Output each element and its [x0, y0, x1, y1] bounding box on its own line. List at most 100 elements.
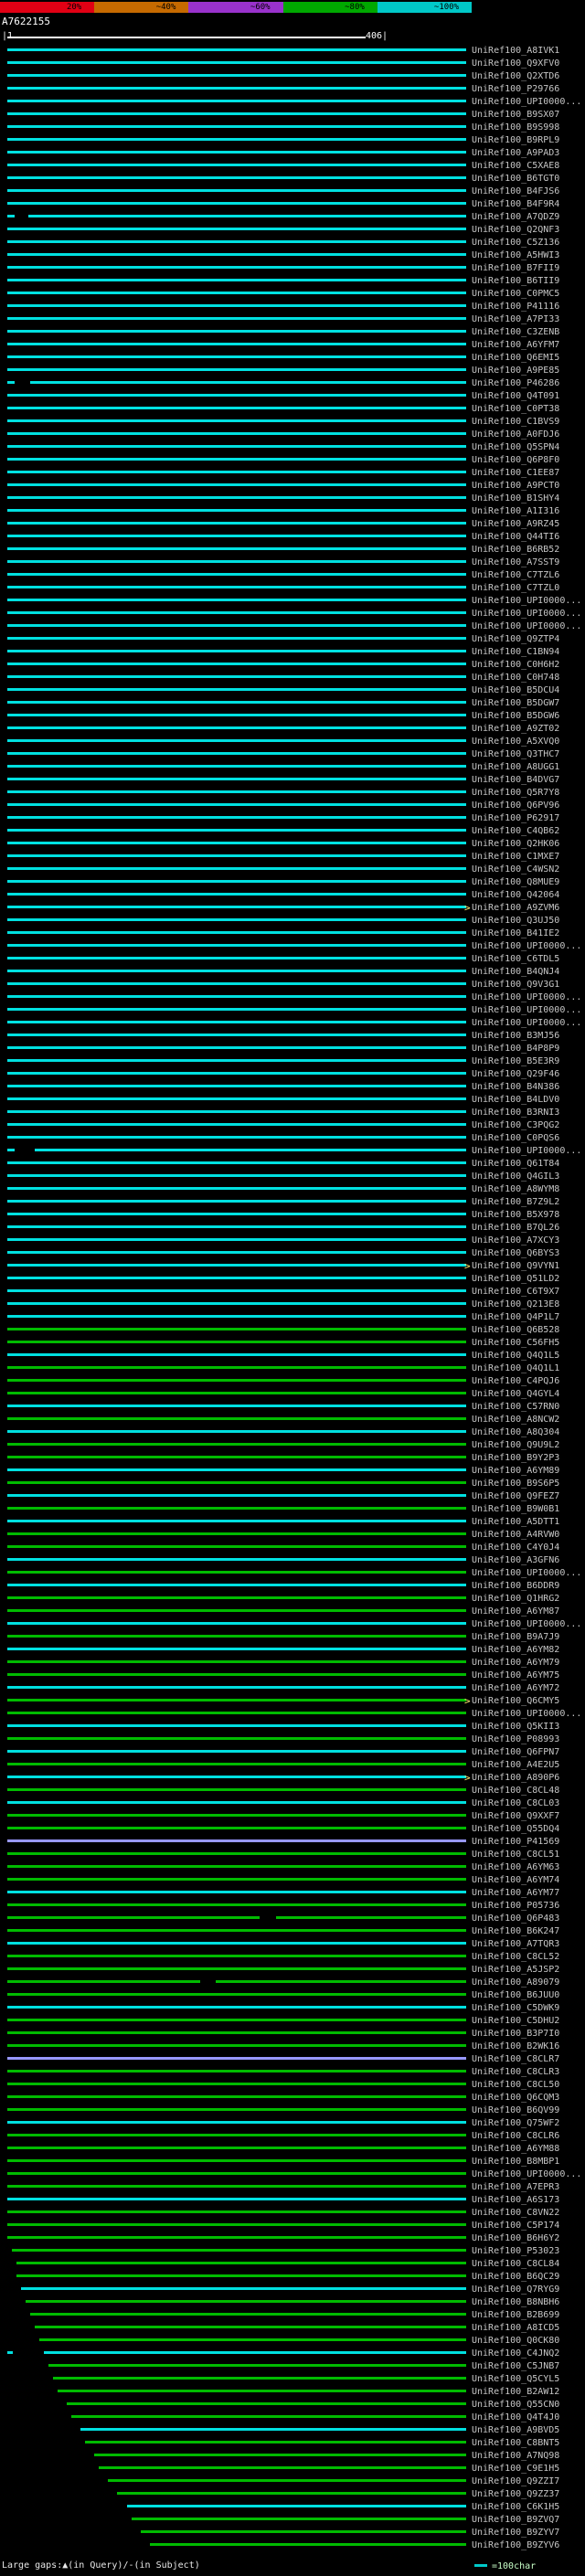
hit-bar[interactable]	[7, 1123, 466, 1126]
hit-label[interactable]: UniRef100_Q7RYG9	[472, 2284, 559, 2295]
hit-bar[interactable]	[7, 842, 466, 844]
hit-label[interactable]: UniRef100_B6TGT0	[472, 174, 559, 184]
hit-bar[interactable]	[7, 394, 466, 397]
hit-label[interactable]: UniRef100_Q9ZZI7	[472, 2476, 559, 2486]
hit-bar[interactable]	[7, 1405, 466, 1407]
hit-label[interactable]: UniRef100_UPI0000...	[472, 97, 581, 107]
hit-label[interactable]: UniRef100_B6DDR9	[472, 1581, 559, 1591]
hit-bar[interactable]	[7, 1353, 466, 1356]
hit-bar[interactable]	[7, 1366, 466, 1369]
hit-bar[interactable]	[7, 496, 466, 499]
hit-label[interactable]: UniRef100_UPI0000...	[472, 1005, 581, 1015]
hit-bar[interactable]	[7, 125, 466, 128]
hit-bar[interactable]	[7, 829, 466, 832]
hit-label[interactable]: UniRef100_B9ZYV7	[472, 2528, 559, 2538]
hit-label[interactable]: UniRef100_Q9VYN1	[472, 1261, 559, 1271]
hit-label[interactable]: UniRef100_A9ZT02	[472, 724, 559, 734]
hit-bar[interactable]	[7, 1967, 466, 1970]
hit-bar[interactable]	[7, 279, 466, 281]
hit-bar[interactable]	[7, 355, 466, 358]
hit-label[interactable]: UniRef100_C8CLR7	[472, 2054, 559, 2064]
hit-label[interactable]: UniRef100_Q2HK06	[472, 839, 559, 849]
hit-label[interactable]: UniRef100_B4FJS6	[472, 186, 559, 196]
hit-bar[interactable]	[7, 918, 466, 921]
hit-label[interactable]: UniRef100_B9S6P5	[472, 1479, 559, 1489]
hit-label[interactable]: UniRef100_P41569	[472, 1837, 559, 1847]
hit-label[interactable]: UniRef100_A6YM74	[472, 1875, 559, 1885]
hit-label[interactable]: UniRef100_C0PMC5	[472, 289, 559, 299]
hit-label[interactable]: UniRef100_B4N386	[472, 1082, 559, 1092]
hit-label[interactable]: UniRef100_Q6CMY5	[472, 1696, 559, 1706]
hit-label[interactable]: UniRef100_B6TII9	[472, 276, 559, 286]
hit-bar[interactable]	[7, 1648, 466, 1650]
hit-bar[interactable]	[44, 2351, 466, 2354]
hit-label[interactable]: UniRef100_B7Z9L2	[472, 1197, 559, 1207]
hit-bar[interactable]	[7, 48, 466, 51]
hit-label[interactable]: UniRef100_C5Z136	[472, 238, 559, 248]
hit-bar[interactable]	[117, 2492, 466, 2495]
hit-bar[interactable]	[7, 74, 466, 77]
hit-label[interactable]: UniRef100_B9RPL9	[472, 135, 559, 145]
hit-bar[interactable]	[7, 61, 466, 64]
hit-label[interactable]: UniRef100_B5DCU4	[472, 685, 559, 695]
hit-bar[interactable]	[7, 2019, 466, 2021]
hit-bar[interactable]	[7, 970, 466, 972]
hit-label[interactable]: UniRef100_A9PAD3	[472, 148, 559, 158]
hit-bar[interactable]	[7, 1865, 466, 1868]
hit-label[interactable]: UniRef100_Q55DQ4	[472, 1824, 559, 1834]
hit-label[interactable]: UniRef100_Q75WF2	[472, 2118, 559, 2128]
hit-label[interactable]: UniRef100_A8NCW2	[472, 1415, 559, 1425]
hit-label[interactable]: UniRef100_A7SST9	[472, 557, 559, 567]
hit-bar[interactable]	[7, 151, 466, 154]
hit-label[interactable]: UniRef100_B9S998	[472, 122, 559, 133]
hit-bar[interactable]	[7, 1750, 466, 1753]
hit-label[interactable]: UniRef100_B2WK16	[472, 2041, 559, 2051]
hit-label[interactable]: UniRef100_B4LDV0	[472, 1095, 559, 1105]
hit-label[interactable]: UniRef100_P53023	[472, 2246, 559, 2256]
hit-label[interactable]: UniRef100_C8BNT5	[472, 2438, 559, 2448]
hit-label[interactable]: UniRef100_A5JSP2	[472, 1965, 559, 1975]
hit-label[interactable]: UniRef100_B9A7J9	[472, 1632, 559, 1642]
hit-label[interactable]: UniRef100_Q5SPN4	[472, 442, 559, 452]
hit-bar[interactable]	[7, 957, 466, 959]
hit-bar[interactable]	[7, 1635, 466, 1638]
hit-label[interactable]: UniRef100_A8WYM8	[472, 1184, 559, 1194]
hit-label[interactable]: UniRef100_Q213E8	[472, 1299, 559, 1309]
hit-label[interactable]: UniRef100_B3RNI3	[472, 1108, 559, 1118]
hit-bar[interactable]	[7, 1392, 466, 1394]
hit-label[interactable]: UniRef100_C3ZENB	[472, 327, 559, 337]
hit-bar[interactable]	[7, 611, 466, 614]
hit-label[interactable]: UniRef100_A7NQ98	[472, 2451, 559, 2461]
hit-label[interactable]: UniRef100_A7TQR3	[472, 1939, 559, 1949]
hit-bar[interactable]	[7, 2236, 466, 2239]
hit-bar[interactable]	[7, 816, 466, 819]
hit-label[interactable]: UniRef100_C8CL03	[472, 1798, 559, 1808]
hit-label[interactable]: UniRef100_UPI0000...	[472, 1619, 581, 1629]
hit-bar[interactable]	[7, 1494, 466, 1497]
hit-label[interactable]: UniRef100_A5DTT1	[472, 1517, 559, 1527]
hit-label[interactable]: UniRef100_C4WSN2	[472, 864, 559, 875]
hit-label[interactable]: UniRef100_Q4Q1L1	[472, 1363, 559, 1373]
hit-label[interactable]: UniRef100_C8CL51	[472, 1850, 559, 1860]
hit-bar[interactable]	[7, 663, 466, 665]
hit-label[interactable]: UniRef100_P29766	[472, 84, 559, 94]
hit-label[interactable]: UniRef100_P41116	[472, 302, 559, 312]
hit-label[interactable]: UniRef100_UPI0000...	[472, 1709, 581, 1719]
hit-label[interactable]: UniRef100_Q0CK80	[472, 2336, 559, 2346]
hit-label[interactable]: UniRef100_A6YM89	[472, 1466, 559, 1476]
hit-bar[interactable]	[7, 2095, 466, 2098]
hit-label[interactable]: UniRef100_A9RZ45	[472, 519, 559, 529]
hit-bar[interactable]	[7, 1839, 466, 1842]
hit-label[interactable]: UniRef100_B9ZYV6	[472, 2540, 559, 2550]
hit-label[interactable]: UniRef100_C6TDL5	[472, 954, 559, 964]
hit-label[interactable]: UniRef100_C8CL48	[472, 1786, 559, 1796]
hit-bar[interactable]	[7, 1878, 466, 1881]
hit-label[interactable]: UniRef100_Q9U9L2	[472, 1440, 559, 1450]
hit-bar[interactable]	[7, 2044, 466, 2047]
hit-bar[interactable]	[7, 1558, 466, 1561]
hit-bar[interactable]	[7, 1903, 466, 1906]
hit-bar[interactable]	[7, 1200, 466, 1203]
hit-label[interactable]: UniRef100_Q2QNF3	[472, 225, 559, 235]
hit-label[interactable]: UniRef100_Q6B528	[472, 1325, 559, 1335]
hit-bar[interactable]	[7, 573, 466, 576]
